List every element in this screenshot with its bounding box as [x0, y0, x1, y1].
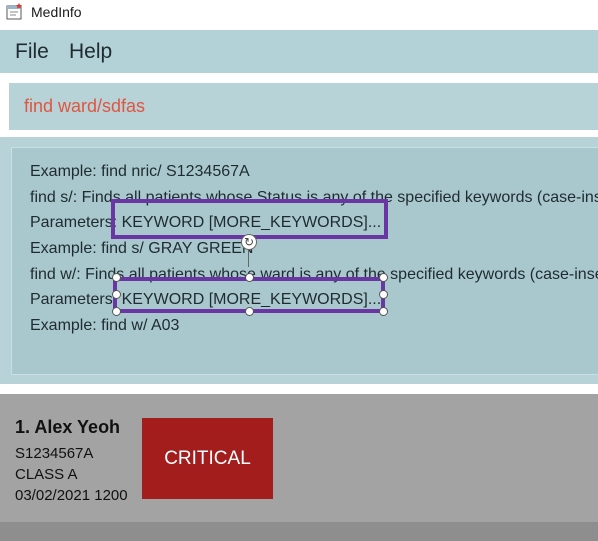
- spacer: [0, 73, 598, 83]
- resize-handle[interactable]: [112, 307, 121, 316]
- patient-nric: S1234567A: [15, 445, 94, 462]
- resize-handle[interactable]: [379, 273, 388, 282]
- patient-datetime: 03/02/2021 1200: [15, 487, 128, 504]
- patient-name: 1. Alex Yeoh: [15, 417, 121, 437]
- result-line: Example: find s/ GRAY GREEN: [30, 240, 254, 257]
- result-line: Parameters: KEYWORD [MORE_KEYWORDS]...: [30, 291, 382, 308]
- menu-help[interactable]: Help: [69, 39, 112, 65]
- patient-list: 1. Alex Yeoh S1234567A CLASS A 03/02/202…: [0, 394, 598, 541]
- command-box: [9, 83, 598, 130]
- result-line: Parameters: KEYWORD [MORE_KEYWORDS]...: [30, 214, 382, 231]
- result-line: Example: find w/ A03: [30, 317, 180, 334]
- result-line: Example: find nric/ S1234567A: [30, 163, 250, 180]
- patient-ward-class: CLASS A: [15, 466, 78, 483]
- resize-handle[interactable]: [379, 307, 388, 316]
- resize-handle[interactable]: [245, 307, 254, 316]
- rotate-handle-icon[interactable]: ↻: [241, 234, 257, 250]
- menu-bar: File Help: [0, 30, 598, 73]
- resize-handle[interactable]: [245, 273, 254, 282]
- resize-handle[interactable]: [112, 290, 121, 299]
- title-bar: MedInfo: [0, 0, 598, 26]
- status-badge: CRITICAL: [142, 418, 273, 499]
- app-icon: [6, 3, 22, 20]
- resize-handle[interactable]: [112, 273, 121, 282]
- resize-handle[interactable]: [379, 290, 388, 299]
- result-display[interactable]: Example: find nric/ S1234567A find s/: F…: [11, 147, 598, 375]
- result-line: find s/: Finds all patients whose Status…: [30, 189, 598, 206]
- command-area: [0, 83, 598, 137]
- separator: [0, 384, 598, 394]
- window-title: MedInfo: [31, 4, 82, 20]
- command-input[interactable]: [24, 93, 584, 119]
- menu-file[interactable]: File: [15, 39, 49, 65]
- list-footer: [0, 522, 598, 541]
- rotate-connector: [248, 249, 249, 267]
- result-display-panel: Example: find nric/ S1234567A find s/: F…: [0, 137, 598, 384]
